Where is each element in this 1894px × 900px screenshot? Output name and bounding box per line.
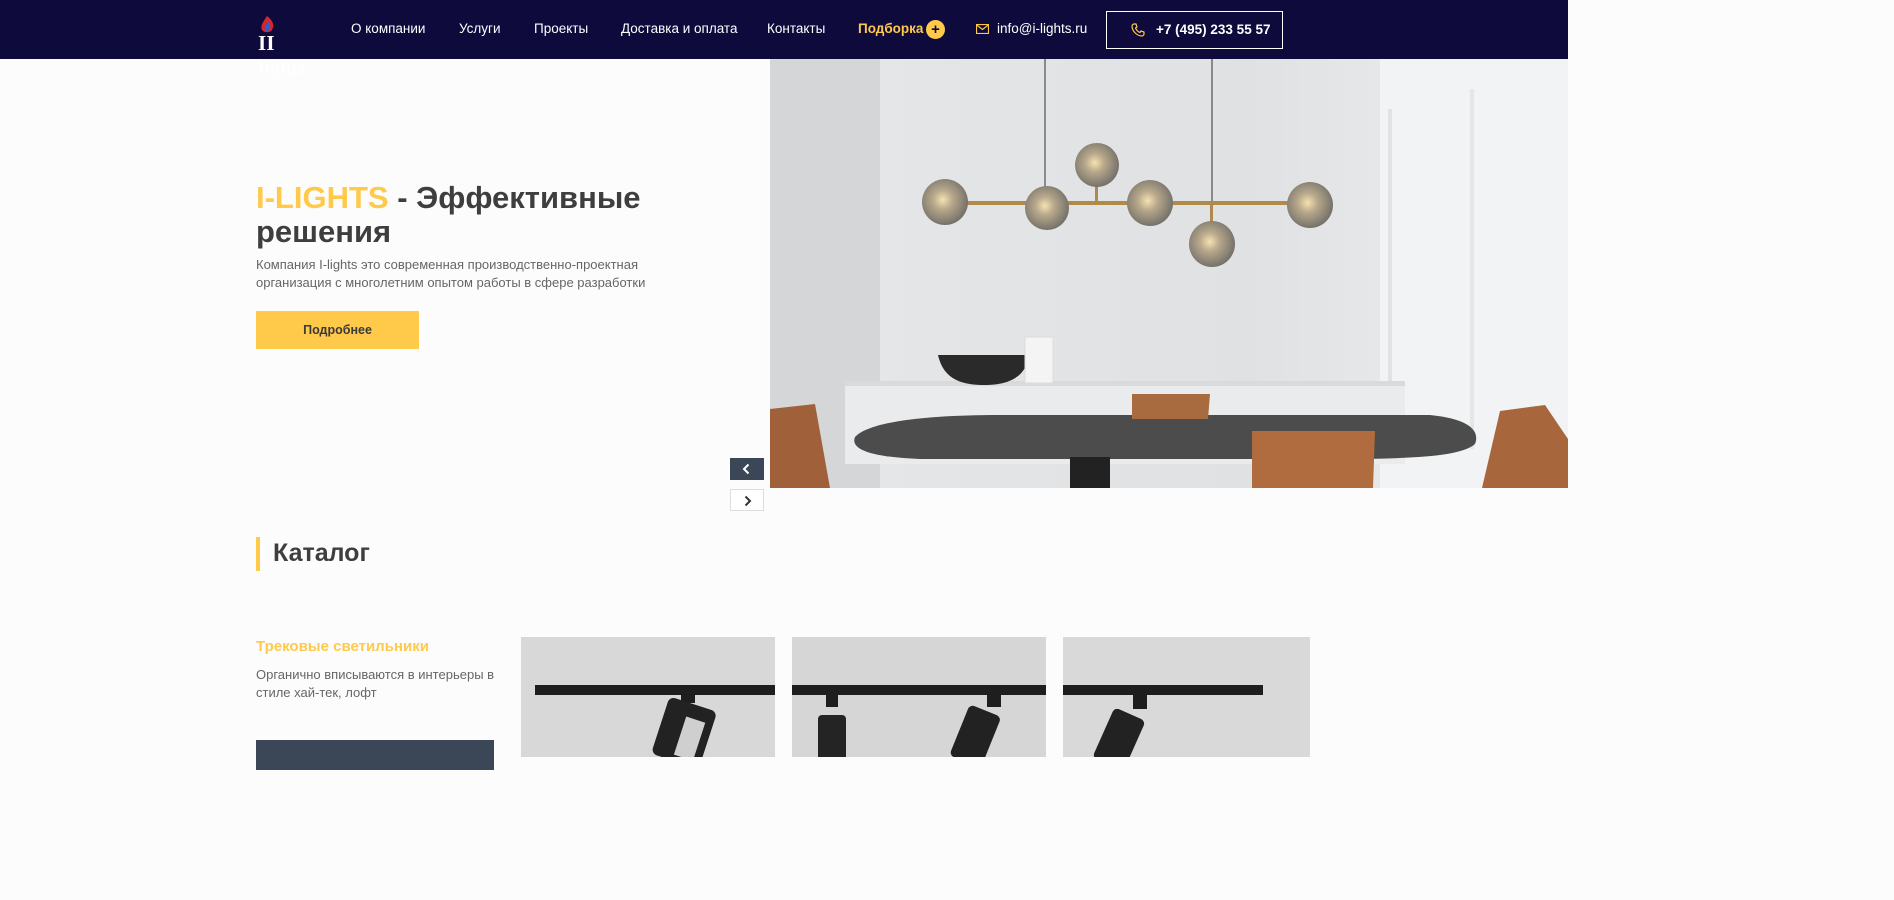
product-card[interactable] [792,637,1046,757]
hero-brand: I-LIGHTS [256,180,389,215]
site-header: II lights О компании Услуги Проекты Дост… [0,0,1568,80]
category-button[interactable] [256,740,494,770]
category-description: Органично вписываются в интерьеры в стил… [256,667,495,700]
phone-button[interactable]: +7 (495) 233 55 57 [1106,11,1283,49]
hero-description: Компания I-lights это современная произв… [256,257,646,290]
nav-selection[interactable]: Подборка [858,21,923,36]
nav-services[interactable]: Услуги [459,21,501,36]
nav-about[interactable]: О компании [351,21,425,36]
category-name[interactable]: Трековые светильники [256,638,429,655]
track-light-image [521,637,775,757]
catalog-title: Каталог [256,537,370,571]
track-light-image [1063,637,1310,757]
logo[interactable]: II lights [256,14,320,80]
more-button[interactable]: Подробнее [256,311,419,349]
track-light-image [792,637,1046,757]
nav-delivery[interactable]: Доставка и оплата [621,21,737,36]
logo-word: lights [258,56,306,80]
product-card[interactable] [521,637,775,757]
logo-text: II lights [258,31,320,81]
hero-image [770,59,1568,488]
nav-projects[interactable]: Проекты [534,21,588,36]
logo-ii: II [258,31,275,55]
selection-plus-icon[interactable]: + [926,20,945,39]
slider-prev-button[interactable] [730,458,764,480]
email-text: info@i-lights.ru [997,21,1088,36]
chevron-left-icon [742,463,750,475]
phone-number: +7 (495) 233 55 57 [1156,22,1271,37]
chevron-right-icon [744,495,752,507]
phone-icon [1131,23,1145,37]
nav-contacts[interactable]: Контакты [767,21,825,36]
slider-next-button[interactable] [730,489,764,511]
product-card[interactable] [1063,637,1310,757]
envelope-icon [976,24,989,34]
interior-illustration [770,59,1568,488]
hero-title: I-LIGHTS - Эффективные решения [256,181,736,249]
